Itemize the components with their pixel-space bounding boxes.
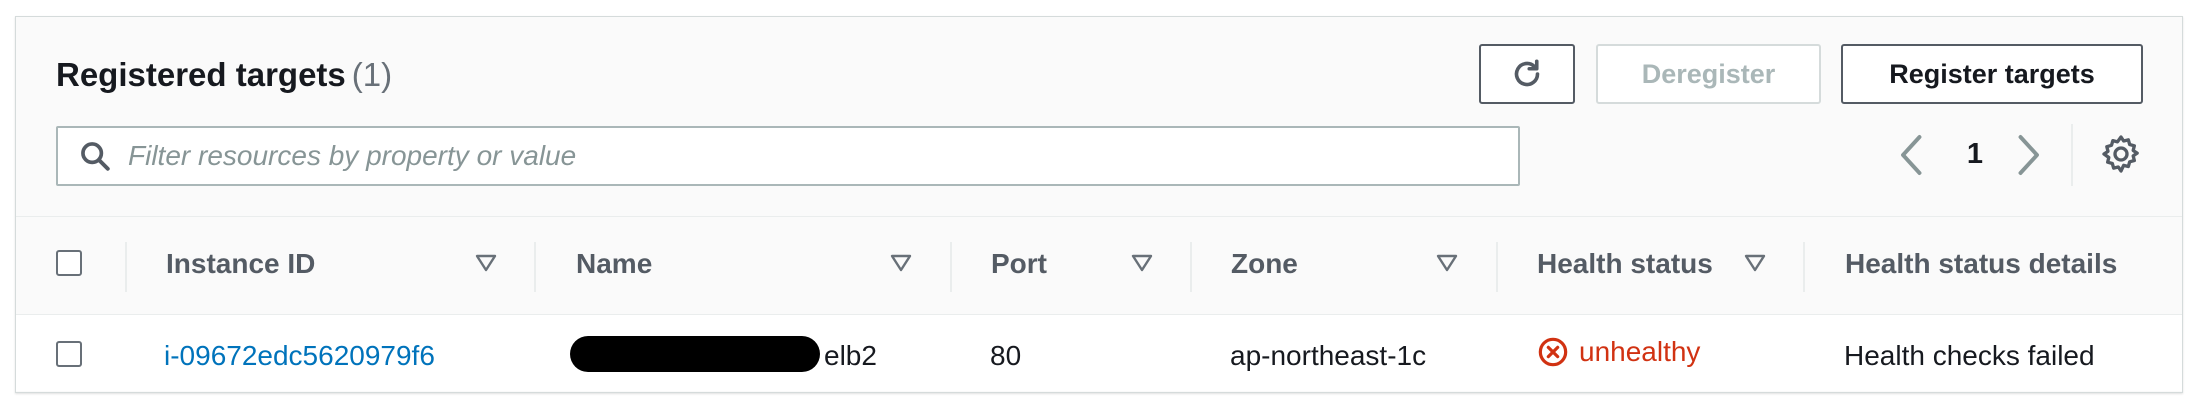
sort-icon[interactable]	[1131, 254, 1153, 272]
column-divider	[1496, 242, 1498, 292]
column-header-name[interactable]: Name	[576, 248, 652, 280]
instance-name-suffix: elb2	[824, 340, 877, 371]
column-header-port[interactable]: Port	[991, 248, 1047, 280]
column-divider	[534, 242, 536, 292]
health-status-value: unhealthy	[1537, 336, 1700, 368]
column-divider	[125, 242, 127, 292]
column-header-zone[interactable]: Zone	[1231, 248, 1298, 280]
sort-icon[interactable]	[1436, 254, 1458, 272]
next-page-icon[interactable]	[2010, 132, 2046, 178]
target-count: (1)	[351, 56, 393, 93]
row-checkbox[interactable]	[56, 341, 82, 367]
column-divider	[950, 242, 952, 292]
gear-icon[interactable]	[2101, 134, 2141, 174]
port-value: 80	[990, 340, 1022, 371]
column-header-instance-id[interactable]: Instance ID	[166, 248, 315, 280]
redacted-name	[570, 336, 820, 372]
instance-id-link[interactable]: i-09672edc5620979f6	[164, 340, 435, 372]
sort-icon[interactable]	[475, 254, 497, 272]
sort-icon[interactable]	[1744, 254, 1766, 272]
column-divider	[1803, 242, 1805, 292]
health-status-text: unhealthy	[1579, 336, 1701, 367]
previous-page-icon[interactable]	[1894, 132, 1930, 178]
health-status-details-value: Health checks failed	[1844, 340, 2095, 371]
zone-value: ap-northeast-1c	[1230, 340, 1427, 371]
title-text: Registered targets	[56, 56, 346, 93]
search-icon	[81, 142, 110, 171]
refresh-button[interactable]	[1479, 44, 1575, 104]
column-header-health-status-details: Health status details	[1845, 248, 2118, 279]
current-page-number[interactable]: 1	[1960, 138, 1990, 171]
select-all-checkbox[interactable]	[56, 250, 82, 276]
error-icon	[1538, 337, 1568, 367]
register-targets-button[interactable]: Register targets	[1841, 44, 2143, 104]
column-header-health-status[interactable]: Health status	[1537, 248, 1713, 280]
filter-input[interactable]	[126, 139, 1510, 173]
refresh-icon	[1514, 59, 1540, 87]
sort-icon[interactable]	[890, 254, 912, 272]
filter-box	[56, 126, 1520, 186]
deregister-button[interactable]: Deregister	[1596, 44, 1821, 104]
column-divider	[1190, 242, 1192, 292]
page-title: Registered targets (1)	[56, 56, 392, 94]
pager-divider	[2071, 124, 2073, 186]
